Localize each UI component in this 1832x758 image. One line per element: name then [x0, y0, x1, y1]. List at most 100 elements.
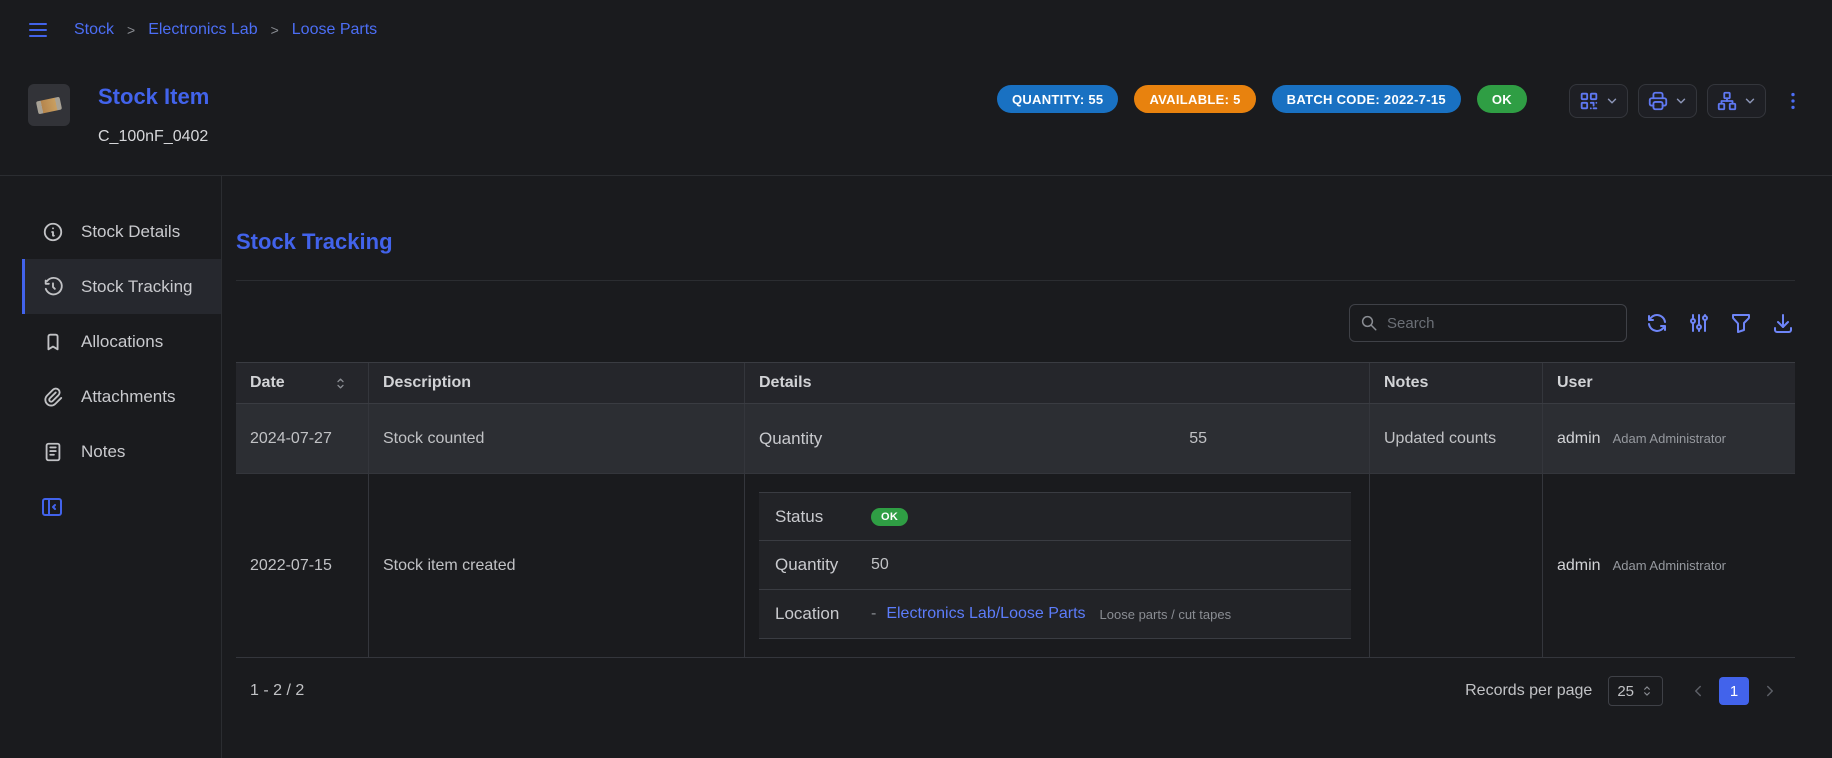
selector-icon	[1640, 684, 1654, 698]
chevron-down-icon	[1743, 94, 1757, 108]
capacitor-image	[36, 96, 62, 114]
breadcrumb-stock[interactable]: Stock	[74, 21, 114, 39]
table-footer: 1 - 2 / 2 Records per page 25 1	[236, 674, 1795, 708]
quantity-badge: QUANTITY: 55	[997, 85, 1118, 113]
search-box	[1349, 304, 1627, 342]
title-block: Stock Item C_100nF_0402	[98, 84, 209, 146]
quantity-value: 50	[871, 556, 889, 574]
table-toolbar	[236, 304, 1795, 342]
location-link[interactable]: Electronics Lab/Loose Parts	[886, 605, 1085, 623]
location-label: Location	[775, 604, 871, 624]
chevron-left-icon	[1689, 682, 1707, 700]
download-button[interactable]	[1771, 311, 1795, 335]
description-value: Stock counted	[383, 430, 484, 448]
cell-date: 2022-07-15	[236, 474, 368, 657]
sidebar: Stock Details Stock Tracking Allocations…	[0, 176, 222, 758]
sidebar-item-attachments[interactable]: Attachments	[22, 369, 221, 424]
menu-icon[interactable]	[26, 18, 50, 42]
cell-description: Stock item created	[368, 474, 744, 657]
breadcrumb: Stock > Electronics Lab > Loose Parts	[74, 21, 377, 39]
cell-user: admin Adam Administrator	[1542, 474, 1795, 657]
breadcrumb-loose-parts[interactable]: Loose Parts	[292, 21, 377, 39]
dots-vertical-icon	[1782, 90, 1804, 112]
part-thumbnail[interactable]	[28, 84, 70, 126]
chevron-down-icon	[1674, 94, 1688, 108]
panel-heading: Stock Tracking	[236, 229, 1795, 255]
overflow-menu-button[interactable]	[1782, 90, 1804, 112]
column-label: Description	[383, 374, 471, 392]
stock-actions-button[interactable]	[1707, 84, 1766, 118]
date-value: 2024-07-27	[250, 430, 332, 448]
previous-page-button[interactable]	[1687, 680, 1709, 702]
column-header-user[interactable]: User	[1542, 363, 1795, 403]
table-settings-button[interactable]	[1687, 311, 1711, 335]
sidebar-item-stock-details[interactable]: Stock Details	[22, 204, 221, 259]
sidebar-item-stock-tracking[interactable]: Stock Tracking	[22, 259, 221, 314]
status-badges: QUANTITY: 55 AVAILABLE: 5 BATCH CODE: 20…	[997, 85, 1527, 113]
search-icon	[1360, 314, 1378, 332]
sidebar-collapse-icon	[40, 495, 64, 519]
page-1-button[interactable]: 1	[1719, 677, 1749, 705]
history-icon	[42, 276, 64, 298]
cell-details: Status OK Quantity 50 Location - Electro…	[744, 474, 1369, 657]
print-actions-button[interactable]	[1638, 84, 1697, 118]
status-label: Status	[775, 507, 871, 527]
column-label: Details	[759, 374, 811, 392]
sidebar-collapse-button[interactable]	[40, 495, 64, 519]
topbar: Stock > Electronics Lab > Loose Parts	[0, 0, 1832, 60]
search-input[interactable]	[1387, 315, 1616, 332]
qrcode-icon	[1578, 90, 1600, 112]
paperclip-icon	[42, 386, 64, 408]
record-range-label: 1 - 2 / 2	[250, 682, 304, 700]
info-icon	[42, 221, 64, 243]
part-name: C_100nF_0402	[98, 128, 209, 146]
next-page-button[interactable]	[1759, 680, 1781, 702]
status-ok-badge: OK	[871, 508, 908, 526]
column-header-notes[interactable]: Notes	[1369, 363, 1542, 403]
refresh-button[interactable]	[1645, 311, 1669, 335]
heading-divider	[236, 280, 1795, 281]
notes-value: Updated counts	[1384, 430, 1496, 448]
barcode-actions-button[interactable]	[1569, 84, 1628, 118]
sidebar-item-notes[interactable]: Notes	[22, 424, 221, 479]
notes-icon	[42, 441, 64, 463]
cell-notes	[1369, 474, 1542, 657]
cell-date: 2024-07-27	[236, 404, 368, 473]
chevron-right-icon	[1761, 682, 1779, 700]
column-header-details[interactable]: Details	[744, 363, 1369, 403]
location-line: - Electronics Lab/Loose Parts Loose part…	[871, 605, 1231, 623]
cell-details: Quantity 55	[744, 404, 1369, 473]
quantity-label: Quantity	[775, 555, 871, 575]
column-header-description[interactable]: Description	[368, 363, 744, 403]
refresh-icon	[1645, 311, 1669, 335]
user-fullname: Adam Administrator	[1613, 558, 1726, 573]
adjustments-icon	[1687, 311, 1711, 335]
username: admin	[1557, 430, 1601, 448]
subrow-quantity: Quantity 50	[759, 541, 1351, 590]
column-label: User	[1557, 374, 1593, 392]
printer-icon	[1647, 90, 1669, 112]
records-per-page-select[interactable]: 25	[1608, 676, 1663, 706]
sidebar-item-allocations[interactable]: Allocations	[22, 314, 221, 369]
sitemap-icon	[1716, 90, 1738, 112]
available-badge: AVAILABLE: 5	[1134, 85, 1255, 113]
table-row[interactable]: 2024-07-27 Stock counted Quantity 55 Upd…	[236, 404, 1795, 474]
filter-button[interactable]	[1729, 311, 1753, 335]
status-ok-badge: OK	[1477, 85, 1527, 113]
breadcrumb-electronics-lab[interactable]: Electronics Lab	[148, 21, 257, 39]
page-title: Stock Item	[98, 84, 209, 110]
table-row[interactable]: 2022-07-15 Stock item created Status OK …	[236, 474, 1795, 658]
quantity-label: Quantity	[759, 429, 822, 449]
cell-notes: Updated counts	[1369, 404, 1542, 473]
pagination-controls: Records per page 25 1	[1465, 676, 1781, 706]
table-header-row: Date Description Details Notes User	[236, 362, 1795, 404]
stock-tracking-table: Date Description Details Notes User	[236, 362, 1795, 708]
batch-code-badge: BATCH CODE: 2022-7-15	[1272, 85, 1461, 113]
chevron-down-icon	[1605, 94, 1619, 108]
column-header-date[interactable]: Date	[236, 363, 368, 403]
quantity-detail-line: Quantity 55	[759, 429, 1355, 449]
sidebar-item-label: Stock Details	[81, 222, 180, 242]
per-page-value: 25	[1617, 683, 1634, 700]
sidebar-item-label: Notes	[81, 442, 125, 462]
breadcrumb-separator: >	[127, 22, 135, 38]
